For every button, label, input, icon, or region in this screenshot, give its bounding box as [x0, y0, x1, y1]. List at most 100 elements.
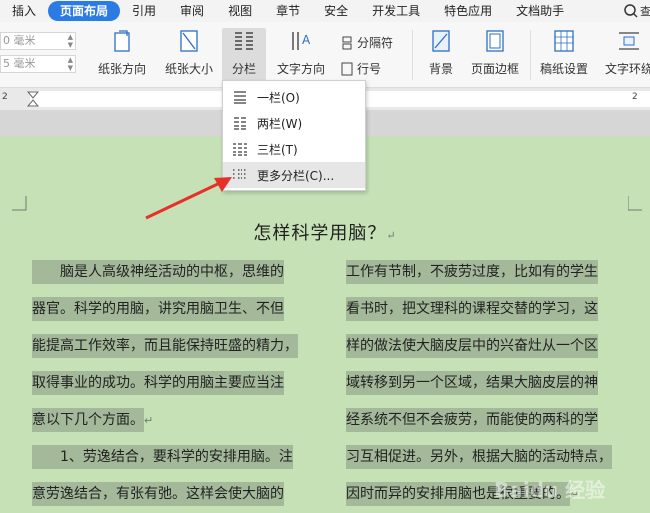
svg-text:查: 查	[640, 4, 650, 18]
text-line-content: 意劳逸结合，有张有弛。这样会使大脑的	[32, 482, 284, 506]
background-button[interactable]: 背景	[420, 28, 462, 82]
tab-security[interactable]: 安全	[312, 1, 360, 21]
page-border-button[interactable]: 页面边框	[466, 28, 524, 82]
menu-item-more-columns[interactable]: 更多分栏(C)...	[223, 162, 365, 188]
left-column: 脑是人高级神经活动的中枢，思维的 器官。科学的用脑，讲究用脑卫生、不但 能提高工…	[32, 254, 320, 513]
text-direction-icon: A	[292, 32, 311, 50]
page-border-label: 页面边框	[470, 62, 519, 76]
text-line-content: 看书时，把文理科的课程交替的学习，这	[346, 297, 598, 321]
tab-doc-assistant[interactable]: 文档助手	[504, 1, 576, 21]
text-line-content: 工作有节制，不疲劳过度，比如有的学生	[346, 260, 598, 284]
red-arrow-icon	[145, 177, 232, 220]
manuscript-label: 稿纸设置	[539, 62, 588, 76]
menu-item-one-column[interactable]: 一栏(O)	[223, 84, 365, 110]
paragraph-mark: ↵	[144, 414, 154, 427]
columns-label: 分栏	[231, 62, 256, 76]
separator-button[interactable]: 分隔符	[340, 34, 393, 51]
line-number-label: 行号	[357, 62, 382, 76]
menu-item-label: 一栏(O)	[257, 90, 300, 105]
text-wrap-button[interactable]: 文字环绕	[604, 28, 650, 82]
text-line: 经系统不但不会疲劳，而能使的两科的学	[346, 402, 636, 439]
text-line: 意以下几个方面。↵	[32, 402, 320, 439]
text-direction-button[interactable]: A 文字方向	[270, 28, 332, 82]
paper-size-button[interactable]: 纸张大小	[157, 28, 221, 82]
text-line: 能提高工作效率，而且能保持旺盛的精力，	[32, 328, 320, 365]
text-line-content: 意以下几个方面。	[32, 408, 144, 432]
margin-bottom-value: 5 毫米	[3, 57, 36, 70]
tab-page-layout[interactable]: 页面布局	[48, 1, 121, 21]
paper-size-label: 纸张大小	[164, 62, 213, 76]
menu-item-two-columns[interactable]: 两栏(W)	[223, 110, 365, 136]
ruler-number: 2	[632, 92, 638, 102]
columns-dropdown-menu: 一栏(O) 两栏(W) 三栏(T) 更多分栏(C)...	[222, 80, 366, 191]
paper-direction-button[interactable]: 纸张方向	[88, 28, 156, 82]
text-line-content: 器官。科学的用脑，讲究用脑卫生、不但	[32, 297, 284, 321]
background-icon	[432, 30, 450, 52]
line-number-icon	[341, 62, 353, 75]
tab-insert[interactable]: 插入	[0, 1, 48, 21]
text-line-content: 脑是人高级神经活动的中枢，思维的	[32, 260, 284, 284]
two-columns-icon	[234, 117, 246, 130]
page-border-icon	[486, 30, 504, 52]
tab-review[interactable]: 审阅	[168, 1, 216, 21]
text-wrap-label: 文字环绕	[604, 62, 650, 76]
separator-label: 分隔符	[357, 36, 394, 50]
document-title-text: 怎样科学用脑？	[253, 223, 387, 244]
text-line: 样的做法使大脑皮层中的兴奋灶从一个区	[346, 328, 636, 365]
text-line: 域转移到另一个区域，结果大脑皮层的神	[346, 365, 636, 402]
ribbon-toolbar: 0 毫米 ▲ ▼ 5 毫米 ▲ ▼ 纸张方向 纸张大小 分栏 A 文字方向 分隔符 …	[0, 22, 650, 88]
menu-item-label: 三栏(T)	[257, 142, 298, 157]
text-line-content: 能提高工作效率，而且能保持旺盛的精力，	[32, 334, 298, 358]
tab-references[interactable]: 引用	[120, 1, 168, 21]
right-column: 工作有节制，不疲劳过度，比如有的学生 看书时，把文理科的课程交替的学习，这 样的…	[346, 254, 636, 513]
page-corner-mark	[12, 196, 27, 211]
columns-button[interactable]: 分栏	[222, 28, 266, 82]
paper-direction-icon	[114, 30, 130, 52]
manuscript-button[interactable]: 稿纸设置	[536, 28, 592, 82]
text-line: 脑是人高级神经活动的中枢，思维的	[32, 254, 320, 291]
tab-developer[interactable]: 开发工具	[360, 1, 432, 21]
text-line-content: 经系统不但不会疲劳，而能使的两科的学	[346, 408, 598, 432]
search-icon[interactable]: 查	[620, 2, 650, 20]
line-number-button[interactable]: 行号	[340, 60, 381, 77]
text-line-content: 习互相促进。另外，根据大脑的活动特点，	[346, 445, 612, 469]
ruler-number: 2	[2, 92, 8, 102]
tab-features[interactable]: 特色应用	[432, 1, 504, 21]
columns-icon	[235, 32, 253, 50]
text-line: 习互相促进。另外，根据大脑的活动特点，	[346, 439, 636, 476]
menu-item-label: 两栏(W)	[257, 116, 303, 131]
text-line-content: 域转移到另一个区域，结果大脑皮层的神	[346, 371, 598, 395]
text-line: 器官。科学的用脑，讲究用脑卫生、不但	[32, 291, 320, 328]
text-line: 看书时，把文理科的课程交替的学习，这	[346, 291, 636, 328]
tab-chapter[interactable]: 章节	[264, 1, 312, 21]
menu-item-three-columns[interactable]: 三栏(T)	[223, 136, 365, 162]
indent-marker-icon[interactable]	[26, 90, 40, 108]
document-title: 怎样科学用脑？↵	[0, 219, 650, 245]
text-line: 取得事业的成功。科学的用脑主要应当注	[32, 365, 320, 402]
manuscript-icon	[554, 30, 574, 52]
paper-direction-label: 纸张方向	[97, 62, 146, 76]
text-line: 意劳逸结合，有张有弛。这样会使大脑的	[32, 476, 320, 513]
text-direction-label: 文字方向	[276, 62, 325, 76]
spin-arrows-icon[interactable]: ▲ ▼	[68, 56, 73, 72]
svg-text:A: A	[302, 33, 311, 47]
ribbon-divider	[530, 30, 531, 80]
margin-bottom-field[interactable]: 5 毫米 ▲ ▼	[0, 55, 76, 73]
text-line: 1、劳逸结合，要科学的安排用脑。注	[32, 439, 320, 476]
ribbon-divider	[412, 30, 413, 80]
spin-arrows-icon[interactable]: ▲ ▼	[68, 33, 73, 49]
text-wrap-icon	[619, 32, 639, 50]
paper-size-icon	[180, 30, 198, 52]
page-corner-mark	[628, 196, 642, 211]
separator-icon	[342, 36, 352, 49]
tab-view[interactable]: 视图	[216, 1, 264, 21]
paragraph-mark: ↵	[386, 229, 397, 242]
text-line-content: 1、劳逸结合，要科学的安排用脑。注	[32, 445, 293, 469]
three-columns-icon	[233, 143, 247, 156]
baidu-watermark-logo: Baidu 经验	[494, 478, 605, 502]
ribbon-tabs: 插入 页面布局 引用 审阅 视图 章节 安全 开发工具 特色应用 文档助手 查	[0, 0, 650, 22]
margin-top-value: 0 毫米	[3, 34, 36, 47]
margin-top-field[interactable]: 0 毫米 ▲ ▼	[0, 32, 76, 50]
text-line: 工作有节制，不疲劳过度，比如有的学生	[346, 254, 636, 291]
text-line-content: 取得事业的成功。科学的用脑主要应当注	[32, 371, 284, 395]
